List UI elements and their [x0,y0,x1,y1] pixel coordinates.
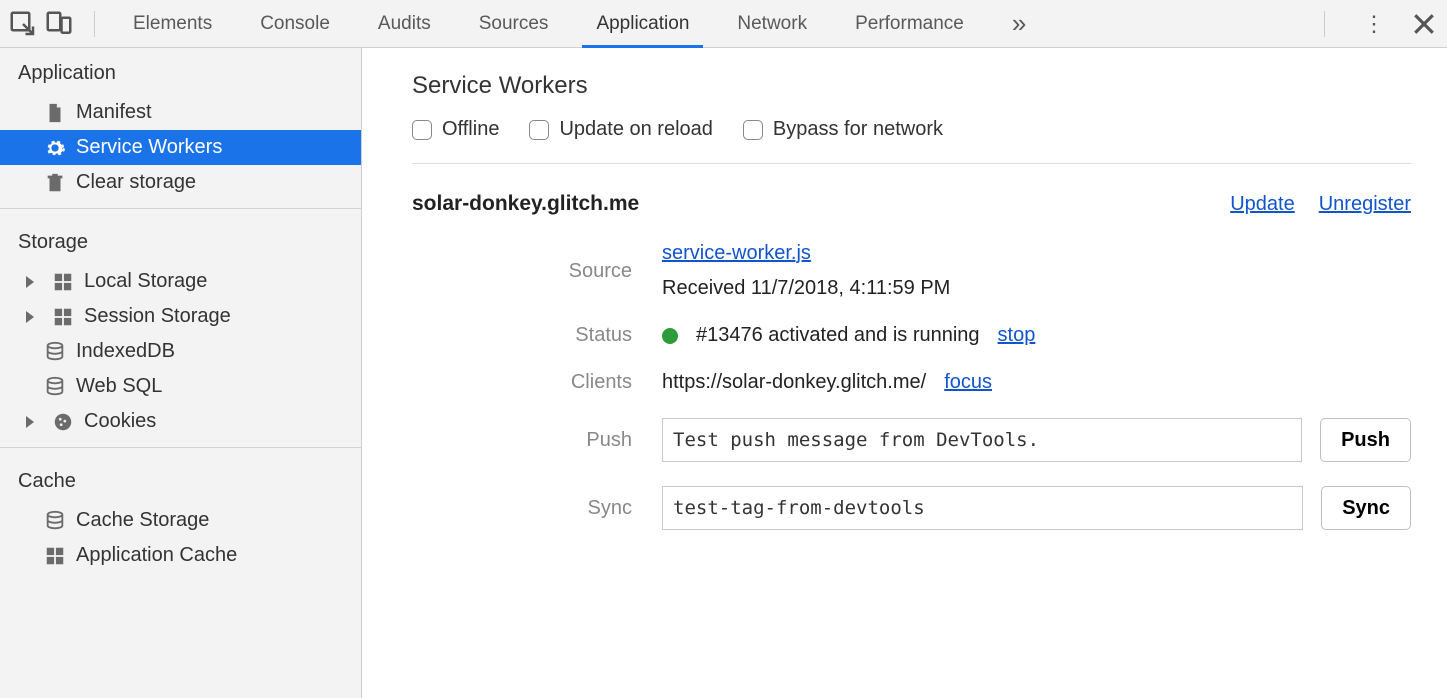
grid-icon [52,271,74,293]
client-url: https://solar-donkey.glitch.me/ [662,371,926,394]
unregister-link[interactable]: Unregister [1319,193,1411,216]
file-icon [44,102,66,124]
sidebar-item-application-cache[interactable]: Application Cache [0,538,361,573]
push-input[interactable] [662,418,1302,462]
sidebar-item-local-storage[interactable]: Local Storage [0,264,361,299]
offline-checkbox[interactable]: Offline [412,118,499,141]
sync-input[interactable] [662,486,1303,530]
sidebar-item-manifest[interactable]: Manifest [0,95,361,130]
sidebar-item-clear-storage[interactable]: Clear storage [0,165,361,200]
sync-button[interactable]: Sync [1321,486,1411,530]
tabs-overflow-icon[interactable]: » [988,0,1050,47]
expand-arrow-icon [26,416,34,428]
inspect-element-icon[interactable] [8,9,38,39]
sidebar-item-label: Web SQL [76,375,162,398]
tab-console[interactable]: Console [236,0,354,47]
sidebar-item-label: Local Storage [84,270,207,293]
sidebar-item-label: Service Workers [76,136,222,159]
sidebar-item-cookies[interactable]: Cookies [0,404,361,439]
checkbox-label: Update on reload [559,118,712,141]
toolbar-right: ⋮ [1310,9,1439,39]
tab-audits[interactable]: Audits [354,0,455,47]
application-sidebar: Application Manifest Service Workers Cle… [0,48,362,698]
sync-label: Sync [412,497,632,520]
sidebar-section-cache: Cache [0,456,361,503]
sidebar-item-label: Cookies [84,410,156,433]
tab-performance[interactable]: Performance [831,0,988,47]
sidebar-item-session-storage[interactable]: Session Storage [0,299,361,334]
sidebar-item-label: Manifest [76,101,152,124]
grid-icon [52,306,74,328]
tab-elements[interactable]: Elements [109,0,236,47]
sidebar-divider [0,208,361,209]
source-file-link[interactable]: service-worker.js [662,242,811,265]
sw-options-row: Offline Update on reload Bypass for netw… [412,118,1411,164]
database-icon [44,376,66,398]
grid-icon [44,545,66,567]
status-text: #13476 activated and is running [696,324,980,347]
push-label: Push [412,429,632,452]
sidebar-item-label: Application Cache [76,544,237,567]
toggle-device-icon[interactable] [44,9,74,39]
panel-title: Service Workers [412,72,1411,100]
sidebar-item-label: Clear storage [76,171,196,194]
trash-icon [44,172,66,194]
expand-arrow-icon [26,311,34,323]
toolbar-divider [1324,11,1325,37]
update-on-reload-checkbox[interactable]: Update on reload [529,118,712,141]
service-workers-panel: Service Workers Offline Update on reload… [362,48,1447,698]
sw-origin: solar-donkey.glitch.me [412,192,639,216]
stop-link[interactable]: stop [998,324,1036,347]
sw-entry: solar-donkey.glitch.me Update Unregister… [412,192,1411,530]
sidebar-item-cache-storage[interactable]: Cache Storage [0,503,361,538]
checkbox-icon [529,120,549,140]
source-label: Source [412,260,632,283]
sidebar-section-application: Application [0,48,361,95]
bypass-checkbox[interactable]: Bypass for network [743,118,943,141]
focus-link[interactable]: focus [944,371,992,394]
more-options-icon[interactable]: ⋮ [1359,9,1389,39]
sidebar-section-storage: Storage [0,217,361,264]
push-button[interactable]: Push [1320,418,1411,462]
sidebar-item-websql[interactable]: Web SQL [0,369,361,404]
tab-application[interactable]: Application [572,0,713,47]
status-dot-icon [662,328,678,344]
status-label: Status [412,324,632,347]
database-icon [44,510,66,532]
sidebar-item-label: Cache Storage [76,509,209,532]
close-icon[interactable] [1409,9,1439,39]
checkbox-icon [412,120,432,140]
received-text: Received 11/7/2018, 4:11:59 PM [662,277,950,300]
gear-icon [44,137,66,159]
toolbar-divider [94,11,95,37]
checkbox-label: Offline [442,118,499,141]
sidebar-item-service-workers[interactable]: Service Workers [0,130,361,165]
database-icon [44,341,66,363]
checkbox-icon [743,120,763,140]
clients-label: Clients [412,371,632,394]
devtools-toolbar: Elements Console Audits Sources Applicat… [0,0,1447,48]
toolbar-tabs: Elements Console Audits Sources Applicat… [109,0,1050,47]
sidebar-item-label: IndexedDB [76,340,175,363]
expand-arrow-icon [26,276,34,288]
sidebar-item-label: Session Storage [84,305,231,328]
sidebar-item-indexeddb[interactable]: IndexedDB [0,334,361,369]
update-link[interactable]: Update [1230,193,1295,216]
checkbox-label: Bypass for network [773,118,943,141]
tab-network[interactable]: Network [713,0,831,47]
sidebar-divider [0,447,361,448]
tab-sources[interactable]: Sources [455,0,573,47]
cookie-icon [52,411,74,433]
